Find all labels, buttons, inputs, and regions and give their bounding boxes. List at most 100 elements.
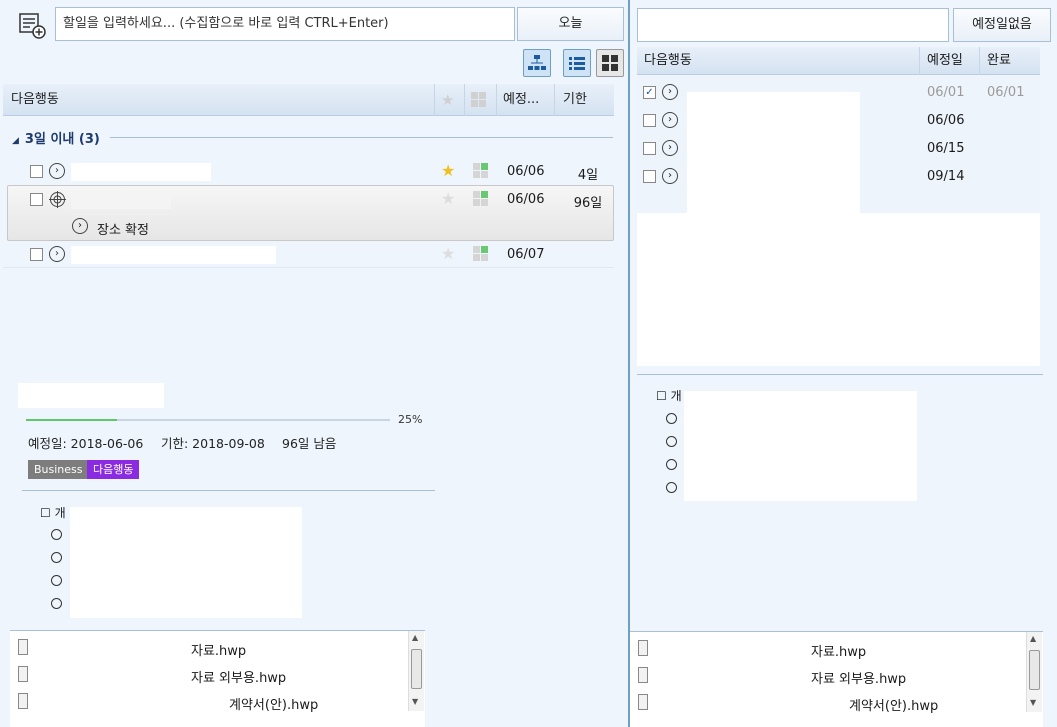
checklist-bullet[interactable] (666, 459, 677, 470)
tag-business[interactable]: Business (28, 460, 89, 479)
scroll-up-icon[interactable]: ▲ (412, 633, 418, 642)
task-checkbox[interactable] (30, 165, 43, 178)
attachment-row[interactable]: 계약서(안).hwp (630, 690, 1043, 716)
scroll-down-icon[interactable]: ▼ (1030, 698, 1036, 707)
tree-view-button[interactable] (523, 49, 551, 77)
attachment-row[interactable]: 자료.hwp (630, 636, 1043, 662)
chevron-right-icon[interactable]: › (49, 163, 65, 179)
task-row[interactable]: › ★ 06/06 4일 (3, 157, 614, 185)
grid-view-icon (602, 55, 618, 71)
checklist-bullet[interactable] (51, 529, 62, 540)
attachment-list: 자료.hwp 자료 외부용.hwp 계약서(안).hwp ▲ ▼ (10, 630, 425, 727)
tag-next-action[interactable]: 다음행동 (87, 460, 140, 479)
priority-icon[interactable] (473, 246, 489, 262)
priority-icon[interactable] (473, 163, 489, 179)
column-due-date[interactable]: 예정... (497, 84, 555, 116)
target-icon[interactable] (49, 191, 66, 208)
chevron-right-icon[interactable]: › (662, 140, 678, 156)
list-view-button[interactable] (563, 49, 591, 77)
right-list-header: 다음행동 예정일 완료 (637, 47, 1040, 75)
file-icon (638, 694, 648, 710)
attachment-name: 계약서(안).hwp (229, 698, 319, 713)
task-row[interactable]: › ★ 06/07 (3, 240, 614, 268)
attachment-row[interactable]: 자료.hwp (10, 635, 425, 661)
file-icon (18, 666, 28, 682)
column-star-icon[interactable]: ★ (435, 84, 465, 116)
today-button[interactable]: 오늘 (517, 7, 624, 41)
column-priority[interactable] (465, 84, 497, 116)
attachment-list: 자료.hwp 자료 외부용.hwp 계약서(안).hwp ▲ ▼ (630, 631, 1043, 727)
redacted-filename (662, 666, 810, 684)
right-search-input[interactable] (637, 8, 949, 42)
column-done[interactable]: 완료 (980, 47, 1040, 75)
redacted-filename (662, 639, 810, 657)
column-title[interactable]: 다음행동 (637, 47, 920, 75)
attachment-row[interactable]: 자료 외부용.hwp (630, 663, 1043, 689)
group-header[interactable]: ◢ 3일 이내 (3) (12, 128, 100, 147)
attachment-scrollbar[interactable]: ▲ ▼ (408, 631, 424, 711)
collapse-triangle-icon[interactable]: ◢ (12, 136, 19, 146)
file-icon (18, 639, 28, 655)
column-deadline[interactable]: 기한 (555, 84, 614, 116)
subtask-chevron-icon[interactable]: › (72, 218, 88, 234)
redacted-title (71, 191, 171, 209)
attachment-name: 자료.hwp (811, 645, 867, 660)
task-due-date: 06/15 (927, 141, 965, 156)
checklist-header: ☐ 개 (656, 389, 682, 403)
task-checkbox[interactable] (643, 142, 656, 155)
priority-icon[interactable] (473, 191, 489, 207)
chevron-right-icon[interactable]: › (49, 246, 65, 262)
task-row-selected[interactable]: ★ 06/06 96일 (3, 185, 614, 213)
star-icon[interactable]: ★ (441, 244, 455, 263)
attachment-scrollbar[interactable]: ▲ ▼ (1026, 632, 1042, 712)
task-deadline: 96일 (573, 196, 603, 211)
task-checkbox[interactable] (643, 170, 656, 183)
task-checkbox-checked[interactable]: ✓ (643, 86, 656, 99)
task-due-date: 06/01 (927, 85, 965, 100)
progress-label: 25% (398, 413, 423, 426)
quick-task-input[interactable]: 할일을 입력하세요... (수집함으로 바로 입력 CTRL+Enter) (55, 7, 515, 41)
column-due-date[interactable]: 예정일 (920, 47, 980, 75)
scroll-thumb[interactable] (1029, 650, 1040, 690)
task-due-date: 06/06 (507, 192, 545, 207)
attachment-row[interactable]: 계약서(안).hwp (10, 689, 425, 715)
chevron-right-icon[interactable]: › (662, 168, 678, 184)
redacted-title (71, 163, 211, 181)
redacted-titles (687, 92, 860, 214)
checklist-bullet[interactable] (51, 575, 62, 586)
grid-view-button[interactable] (596, 49, 624, 77)
no-due-date-button[interactable]: 예정일없음 (953, 8, 1051, 42)
task-checkbox[interactable] (643, 114, 656, 127)
checklist-header: ☐ 개 (40, 506, 66, 520)
task-due-date: 06/06 (507, 164, 545, 179)
checklist-bullet[interactable] (666, 413, 677, 424)
add-task-icon[interactable] (18, 12, 48, 40)
attachment-row[interactable]: 자료 외부용.hwp (10, 662, 425, 688)
checklist-bullet[interactable] (51, 552, 62, 563)
checklist-bullet[interactable] (666, 436, 677, 447)
column-title[interactable]: 다음행동 (3, 84, 435, 116)
star-icon[interactable]: ★ (441, 161, 455, 180)
checklist-bullet[interactable] (51, 598, 62, 609)
attachment-name: 자료 외부용.hwp (191, 671, 287, 686)
progress-fill (26, 419, 117, 421)
tree-view-icon (528, 55, 546, 70)
task-list-header: 다음행동 ★ 예정... 기한 (3, 84, 614, 116)
scroll-thumb[interactable] (411, 649, 422, 689)
chevron-right-icon[interactable]: › (662, 112, 678, 128)
redacted-filename (662, 693, 848, 711)
subtask-label[interactable]: 장소 확정 (97, 219, 149, 238)
file-icon (638, 667, 648, 683)
planned-date: 예정일: 2018-06-06 (28, 436, 144, 451)
redacted-filename (40, 638, 190, 656)
redacted-filename (40, 692, 228, 710)
chevron-right-icon[interactable]: › (662, 84, 678, 100)
file-icon (18, 693, 28, 709)
task-checkbox[interactable] (30, 248, 43, 261)
task-checkbox[interactable] (30, 193, 43, 206)
checklist-bullet[interactable] (666, 482, 677, 493)
redacted-checklist (70, 507, 302, 618)
star-icon[interactable]: ★ (441, 189, 455, 208)
scroll-down-icon[interactable]: ▼ (412, 697, 418, 706)
scroll-up-icon[interactable]: ▲ (1030, 634, 1036, 643)
